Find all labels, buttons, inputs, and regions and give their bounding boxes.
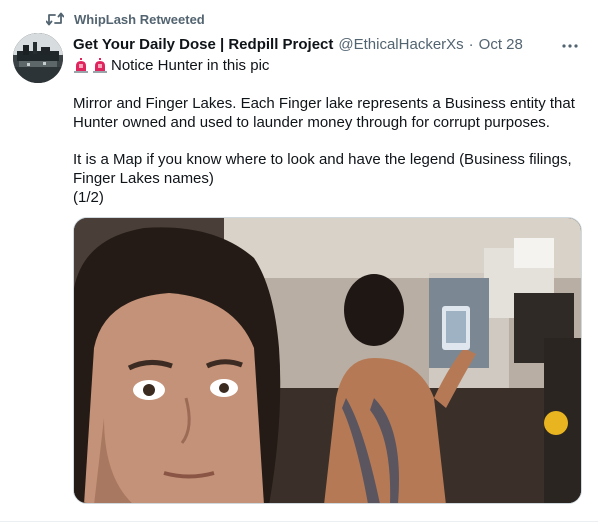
- retweet-label: WhipLash Retweeted: [74, 11, 205, 27]
- tweet-line-1: Notice Hunter in this pic: [111, 57, 270, 74]
- tweet-date[interactable]: Oct 28: [479, 36, 523, 53]
- thread-marker: (1/2): [73, 189, 104, 206]
- police-siren-icon: [73, 57, 92, 74]
- tweet-card[interactable]: WhipLash Retweeted Get Your Daily Dose |…: [0, 0, 598, 522]
- more-options-button[interactable]: [560, 33, 580, 53]
- user-handle[interactable]: @EthicalHackerXs: [338, 36, 463, 53]
- tweet-photo[interactable]: [73, 217, 582, 504]
- more-options-icon: [562, 35, 578, 52]
- display-name[interactable]: Get Your Daily Dose | Redpill Project: [73, 36, 333, 53]
- tweet-header: Get Your Daily Dose | Redpill Project @E…: [73, 33, 580, 55]
- separator-dot: ·: [468, 35, 474, 53]
- tweet-paragraph-3: It is a Map if you know where to look an…: [73, 151, 572, 187]
- tweet-text: Notice Hunter in this pic Mirror and Fin…: [73, 56, 583, 207]
- avatar[interactable]: [13, 33, 63, 83]
- police-siren-icon: [92, 57, 111, 74]
- retweet-icon: [46, 12, 64, 26]
- retweet-context[interactable]: WhipLash Retweeted: [46, 9, 205, 29]
- tweet-paragraph-2: Mirror and Finger Lakes. Each Finger lak…: [73, 95, 575, 131]
